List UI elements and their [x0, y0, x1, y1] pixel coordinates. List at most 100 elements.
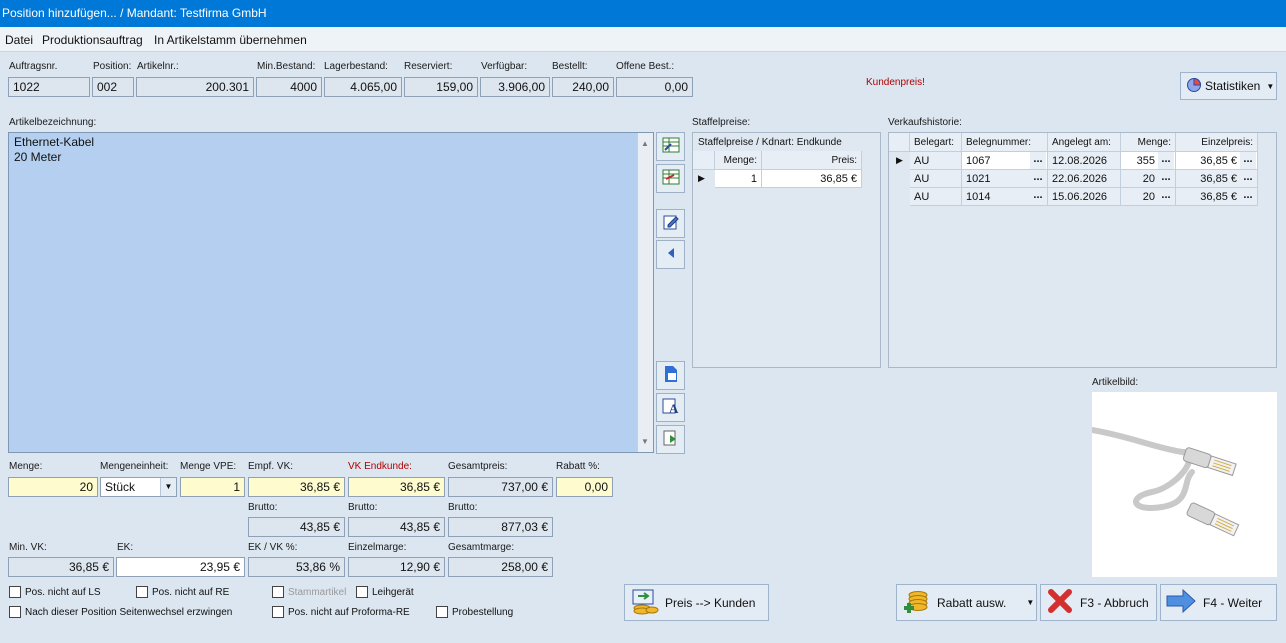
- checkbox-box[interactable]: [272, 606, 284, 618]
- lagerbestand-field[interactable]: 4.065,00: [324, 77, 402, 97]
- checkbox-label: Pos. nicht auf LS: [25, 586, 101, 598]
- rabatt-auswahl-button[interactable]: Rabatt ausw. ▼: [896, 584, 1037, 621]
- historie-cell-preis[interactable]: 36,85 €...: [1176, 152, 1258, 170]
- verfuegbar-field[interactable]: 3.906,00: [480, 77, 550, 97]
- edit-text-button[interactable]: [656, 209, 685, 238]
- brutto-gesamt-field[interactable]: 877,03 €: [448, 517, 553, 537]
- bestellt-field[interactable]: 240,00: [552, 77, 614, 97]
- ethernet-cable-icon: [1089, 427, 1240, 537]
- checkbox-label: Pos. nicht auf RE: [152, 586, 230, 598]
- checkbox-nicht-auf-ls[interactable]: Pos. nicht auf LS: [9, 586, 101, 598]
- gesamtmarge-field[interactable]: 258,00 €: [448, 557, 553, 577]
- label-ek-vk: EK / VK %:: [248, 542, 298, 553]
- checkbox-box[interactable]: [356, 586, 368, 598]
- checkbox-seitenwechsel[interactable]: Nach dieser Position Seitenwechsel erzwi…: [9, 606, 232, 618]
- coins-plus-icon: [902, 586, 932, 619]
- checkbox-box[interactable]: [136, 586, 148, 598]
- ellipsis-button[interactable]: ...: [1030, 188, 1046, 205]
- ellipsis-button[interactable]: ...: [1158, 170, 1174, 187]
- vk-endkunde-field[interactable]: 36,85 €: [348, 477, 445, 497]
- arrow-right-icon: [1165, 588, 1197, 617]
- checkbox-nicht-auf-proforma[interactable]: Pos. nicht auf Proforma-RE: [272, 606, 410, 618]
- label-gesamtpreis: Gesamtpreis:: [448, 461, 508, 472]
- historie-cell-preis[interactable]: 36,85 €...: [1176, 188, 1258, 206]
- ellipsis-button[interactable]: ...: [1240, 188, 1256, 205]
- checkbox-box[interactable]: [9, 586, 21, 598]
- artikelnr-field[interactable]: 200.301: [136, 77, 254, 97]
- historie-cell-nummer[interactable]: 1021...: [962, 170, 1048, 188]
- ek-field[interactable]: 23,95 €: [116, 557, 245, 577]
- min-vk-field[interactable]: 36,85 €: [8, 557, 114, 577]
- scroll-up-icon[interactable]: ▲: [641, 136, 649, 151]
- min-bestand-field[interactable]: 4000: [256, 77, 322, 97]
- ellipsis-button[interactable]: ...: [1240, 152, 1256, 169]
- checkbox-nicht-auf-re[interactable]: Pos. nicht auf RE: [136, 586, 229, 598]
- mengeneinheit-select[interactable]: Stück ▼: [100, 477, 177, 497]
- ek-vk-field[interactable]: 53,86 %: [248, 557, 345, 577]
- gesamtpreis-field[interactable]: 737,00 €: [448, 477, 553, 497]
- historie-cell-menge[interactable]: 20...: [1121, 170, 1176, 188]
- reserviert-field[interactable]: 159,00: [404, 77, 478, 97]
- checkbox-box[interactable]: [436, 606, 448, 618]
- historie-cell-menge[interactable]: 20...: [1121, 188, 1176, 206]
- historie-cell-belegart[interactable]: AU: [910, 188, 962, 206]
- current-row-icon: ▶: [896, 155, 903, 165]
- checkbox-probestellung[interactable]: Probestellung: [436, 606, 513, 618]
- historie-cell-menge[interactable]: 355...: [1121, 152, 1176, 170]
- abbruch-label: F3 - Abbruch: [1080, 595, 1149, 610]
- weiter-button[interactable]: F4 - Weiter: [1160, 584, 1277, 621]
- position-field[interactable]: 002: [92, 77, 134, 97]
- staffel-row-preis[interactable]: 36,85 €: [762, 170, 862, 188]
- abbruch-button[interactable]: F3 - Abbruch: [1040, 584, 1157, 621]
- import-excel-button[interactable]: [656, 132, 685, 161]
- label-artikelbild: Artikelbild:: [1092, 377, 1139, 388]
- historie-cell-belegart[interactable]: AU: [910, 152, 962, 170]
- historie-cell-belegart[interactable]: AU: [910, 170, 962, 188]
- historie-cell-datum[interactable]: 15.06.2026: [1048, 188, 1121, 206]
- label-artikelbezeichnung: Artikelbezeichnung:: [9, 117, 97, 128]
- menu-artikelstamm[interactable]: In Artikelstamm übernehmen: [154, 33, 307, 47]
- artikelbezeichnung-textarea[interactable]: Ethernet-Kabel 20 Meter ▲ ▼: [8, 132, 654, 453]
- ellipsis-button[interactable]: ...: [1158, 152, 1174, 169]
- staffel-row-menge[interactable]: 1: [715, 170, 762, 188]
- historie-cell-datum[interactable]: 12.08.2026: [1048, 152, 1121, 170]
- edit-icon: [662, 213, 680, 234]
- historie-cell-nummer[interactable]: 1014...: [962, 188, 1048, 206]
- auftragsnr-field[interactable]: 1022: [8, 77, 90, 97]
- rabatt-field[interactable]: 0,00: [556, 477, 613, 497]
- statistiken-button[interactable]: Statistiken ▼: [1180, 72, 1277, 100]
- label-rabatt: Rabatt %:: [556, 461, 600, 472]
- scroll-down-icon[interactable]: ▼: [641, 434, 649, 449]
- document-button[interactable]: [656, 361, 685, 390]
- historie-cell-preis[interactable]: 36,85 €...: [1176, 170, 1258, 188]
- ellipsis-button[interactable]: ...: [1158, 188, 1174, 205]
- export-excel-button[interactable]: [656, 164, 685, 193]
- empf-vk-field[interactable]: 36,85 €: [248, 477, 345, 497]
- menge-vpe-field[interactable]: 1: [180, 477, 245, 497]
- font-format-button[interactable]: A: [656, 393, 685, 422]
- historie-cell-datum[interactable]: 22.06.2026: [1048, 170, 1121, 188]
- dropdown-arrow-icon[interactable]: ▼: [160, 478, 176, 496]
- insert-button[interactable]: [656, 425, 685, 454]
- label-min-bestand: Min.Bestand:: [257, 61, 316, 72]
- dropdown-arrow-icon[interactable]: ▼: [1026, 598, 1034, 607]
- ellipsis-button[interactable]: ...: [1030, 170, 1046, 187]
- offene-best-field[interactable]: 0,00: [616, 77, 693, 97]
- menu-datei[interactable]: Datei: [5, 33, 33, 47]
- collapse-button[interactable]: [656, 240, 685, 269]
- einzelmarge-field[interactable]: 12,90 €: [348, 557, 445, 577]
- textarea-scrollbar[interactable]: ▲ ▼: [637, 133, 653, 452]
- historie-cell-nummer[interactable]: 1067...: [962, 152, 1048, 170]
- preis-kunden-button[interactable]: Preis --> Kunden: [624, 584, 769, 621]
- historie-col-belegart: Belegart:: [910, 133, 962, 152]
- brutto-empf-field[interactable]: 43,85 €: [248, 517, 345, 537]
- checkbox-leihgeraet[interactable]: Leihgerät: [356, 586, 414, 598]
- staffel-col-preis: Preis:: [762, 151, 862, 170]
- menu-produktionsauftrag[interactable]: Produktionsauftrag: [42, 33, 143, 47]
- brutto-vk-field[interactable]: 43,85 €: [348, 517, 445, 537]
- menge-field[interactable]: 20: [8, 477, 98, 497]
- ellipsis-button[interactable]: ...: [1240, 170, 1256, 187]
- checkbox-box[interactable]: [9, 606, 21, 618]
- ellipsis-button[interactable]: ...: [1030, 152, 1046, 169]
- window-title: Position hinzufügen... / Mandant: Testfi…: [0, 0, 1286, 27]
